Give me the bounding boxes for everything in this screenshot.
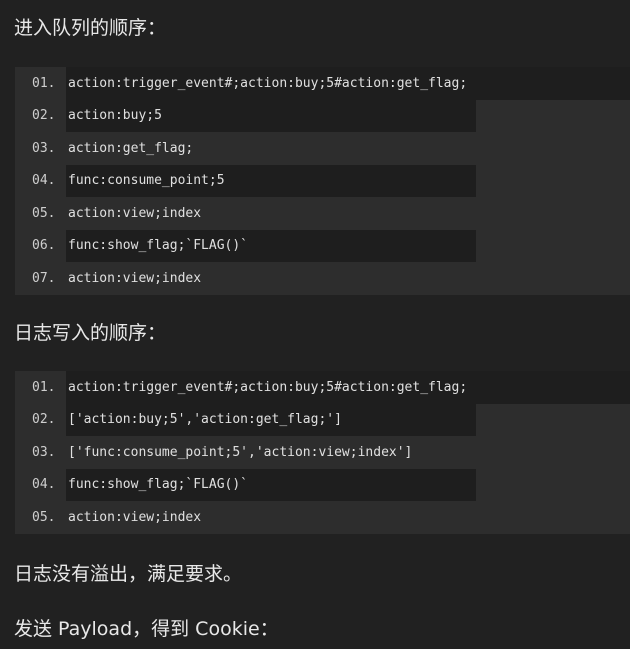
line-number: 04. (32, 477, 56, 493)
code-text: action:buy;5 (66, 99, 476, 132)
code-line: 01. action:trigger_event#;action:buy;5#a… (15, 67, 630, 100)
code-text: action:trigger_event#;action:buy;5#actio… (66, 371, 630, 404)
code-text: ['action:buy;5','action:get_flag;'] (66, 403, 476, 436)
code-text: func:show_flag;`FLAG()` (66, 229, 476, 262)
code-text: func:show_flag;`FLAG()` (66, 468, 476, 501)
code-line: 02. action:buy;5 (15, 99, 630, 132)
code-block-queue: 01. action:trigger_event#;action:buy;5#a… (15, 67, 630, 295)
line-number: 01. (32, 75, 56, 91)
line-number: 02. (32, 108, 56, 124)
code-line: 05. action:view;index (15, 197, 630, 230)
line-number: 03. (32, 140, 56, 156)
line-number: 01. (32, 379, 56, 395)
heading-send-payload: 发送 Payload，得到 Cookie： (14, 618, 279, 640)
heading-no-overflow: 日志没有溢出，满足要求。 (14, 563, 243, 585)
code-line: 03. ['func:consume_point;5','action:view… (15, 436, 630, 469)
line-number: 07. (32, 270, 56, 286)
line-number: 04. (32, 173, 56, 189)
line-number: 03. (32, 444, 56, 460)
code-line: 05. action:view;index (15, 501, 630, 534)
code-text: action:view;index (66, 501, 476, 534)
line-number: 06. (32, 238, 56, 254)
line-number: 05. (32, 205, 56, 221)
code-line: 02. ['action:buy;5','action:get_flag;'] (15, 403, 630, 436)
heading-queue-order: 进入队列的顺序： (14, 17, 167, 39)
code-text: action:trigger_event#;action:buy;5#actio… (66, 67, 630, 100)
line-number: 02. (32, 412, 56, 428)
code-text: action:get_flag; (66, 132, 476, 165)
code-line: 07. action:view;index (15, 262, 630, 295)
code-line: 03. action:get_flag; (15, 132, 630, 165)
code-line: 06. func:show_flag;`FLAG()` (15, 229, 630, 262)
code-line: 04. func:consume_point;5 (15, 164, 630, 197)
code-text: action:view;index (66, 197, 476, 230)
line-number: 05. (32, 509, 56, 525)
code-text: ['func:consume_point;5','action:view;ind… (66, 436, 476, 469)
heading-log-order: 日志写入的顺序： (14, 322, 167, 344)
code-line: 04. func:show_flag;`FLAG()` (15, 468, 630, 501)
code-block-log: 01. action:trigger_event#;action:buy;5#a… (15, 371, 630, 534)
code-line: 01. action:trigger_event#;action:buy;5#a… (15, 371, 630, 404)
code-text: func:consume_point;5 (66, 164, 476, 197)
code-text: action:view;index (66, 262, 476, 295)
